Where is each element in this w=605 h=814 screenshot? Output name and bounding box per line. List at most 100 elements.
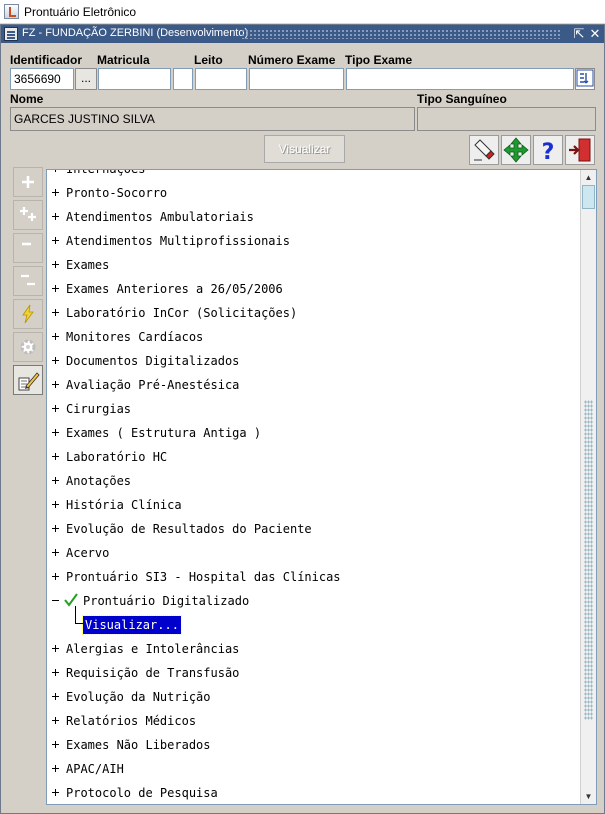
identificador-label: Identificador bbox=[10, 53, 83, 67]
tree-item-label: Pronto-Socorro bbox=[66, 186, 168, 200]
tree-item-label: Laboratório HC bbox=[66, 450, 168, 464]
expand-node-icon[interactable] bbox=[51, 428, 60, 437]
expand-node-icon[interactable] bbox=[51, 236, 60, 245]
numero-exame-field[interactable] bbox=[249, 68, 344, 90]
prontuario-tree[interactable]: Internações Pronto-Socorro Atendimentos Am… bbox=[46, 169, 597, 805]
tree-item-label: Alergias e Intolerâncias bbox=[66, 642, 240, 656]
expand-node-icon[interactable] bbox=[51, 404, 60, 413]
title-bar-grip bbox=[241, 29, 562, 39]
collapse-all-button[interactable] bbox=[13, 266, 43, 296]
expand-node-icon[interactable] bbox=[51, 524, 60, 533]
tree-item-label: Laboratório InCor (Solicitações) bbox=[66, 306, 298, 320]
tree-item-label: Exames ( Estrutura Antiga ) bbox=[66, 426, 262, 440]
expand-node-icon[interactable] bbox=[51, 332, 60, 341]
expand-button[interactable] bbox=[13, 167, 43, 197]
tipo-exame-list-button[interactable] bbox=[575, 68, 595, 90]
expand-all-button[interactable] bbox=[13, 200, 43, 230]
expand-node-icon[interactable] bbox=[51, 500, 60, 509]
tree-item-label: Cirurgias bbox=[66, 402, 132, 416]
expand-node-icon[interactable] bbox=[51, 716, 60, 725]
tree-item-label: História Clínica bbox=[66, 498, 182, 512]
expand-node-icon[interactable] bbox=[51, 212, 60, 221]
expand-node-icon[interactable] bbox=[51, 284, 60, 293]
expand-icon bbox=[22, 176, 34, 188]
expand-node-icon[interactable] bbox=[51, 668, 60, 677]
exit-icon bbox=[569, 138, 591, 162]
scroll-down-icon[interactable]: ▼ bbox=[581, 789, 596, 804]
tree-item-label: Evolução de Resultados do Paciente bbox=[66, 522, 312, 536]
tree-item-label: Atendimentos Multiprofissionais bbox=[66, 234, 290, 248]
lightning-icon bbox=[22, 304, 34, 324]
expand-node-icon[interactable] bbox=[51, 692, 60, 701]
expand-node-icon[interactable] bbox=[51, 356, 60, 365]
expand-node-icon[interactable] bbox=[51, 170, 60, 173]
tree-item-label: Evolução da Nutrição bbox=[66, 690, 211, 704]
nome-field: GARCES JUSTINO SILVA bbox=[10, 107, 415, 131]
leito-field[interactable] bbox=[195, 68, 247, 90]
tree-item-label: Exames Anteriores a 26/05/2006 bbox=[66, 282, 283, 296]
help-button[interactable]: ? bbox=[533, 135, 563, 165]
tree-item-label: Prontuário SI3 - Hospital das Clínicas bbox=[66, 570, 341, 584]
eraser-button[interactable] bbox=[469, 135, 499, 165]
edit-button[interactable] bbox=[13, 365, 43, 395]
leito-label: Leito bbox=[194, 53, 223, 67]
move-button[interactable] bbox=[501, 135, 531, 165]
collapse-button[interactable] bbox=[13, 233, 43, 263]
expand-node-icon[interactable] bbox=[51, 644, 60, 653]
matricula-field[interactable] bbox=[98, 68, 171, 90]
tipo-sanguineo-field bbox=[417, 107, 596, 131]
expand-node-icon[interactable] bbox=[51, 380, 60, 389]
matricula-digit-field[interactable] bbox=[173, 68, 193, 90]
tipo-exame-field[interactable] bbox=[346, 68, 574, 90]
tree-item-label: Prontuário Digitalizado bbox=[83, 594, 250, 608]
expand-node-icon[interactable] bbox=[51, 740, 60, 749]
collapse-icon bbox=[22, 242, 31, 246]
app-title: Prontuário Eletrônico bbox=[24, 5, 137, 19]
form-icon bbox=[4, 27, 18, 41]
tree-item-label: Protocolo de Pesquisa bbox=[66, 786, 218, 800]
gear-button[interactable] bbox=[13, 332, 43, 362]
restore-icon[interactable]: ⇱ bbox=[572, 27, 586, 41]
tree-item-label: Atendimentos Ambulatoriais bbox=[66, 210, 254, 224]
tree-item-label: Relatórios Médicos bbox=[66, 714, 197, 728]
expand-node-icon[interactable] bbox=[51, 572, 60, 581]
java-app-icon bbox=[4, 4, 19, 19]
tree-item-label: Internações bbox=[66, 169, 146, 176]
identificador-field[interactable]: 3656690 bbox=[10, 68, 74, 90]
form-window: FZ - FUNDAÇÃO ZERBINI (Desenvolvimento) … bbox=[0, 24, 605, 814]
expand-node-icon[interactable] bbox=[51, 548, 60, 557]
tree-item-label: Exames Não Liberados bbox=[66, 738, 211, 752]
identificador-lookup-button[interactable]: ... bbox=[75, 68, 97, 90]
matricula-label: Matricula bbox=[97, 53, 150, 67]
expand-all-icon bbox=[20, 207, 36, 221]
gear-icon bbox=[20, 339, 36, 355]
close-icon[interactable]: ✕ bbox=[588, 27, 602, 41]
tipo-sanguineo-label: Tipo Sanguíneo bbox=[417, 92, 507, 106]
tree-item-label: Avaliação Pré-Anestésica bbox=[66, 378, 240, 392]
tree-item-label: Visualizar... bbox=[82, 615, 182, 635]
scroll-up-icon[interactable]: ▲ bbox=[581, 170, 596, 185]
tree-item-label: Exames bbox=[66, 258, 110, 272]
tree-item-label: Acervo bbox=[66, 546, 110, 560]
eraser-icon bbox=[474, 139, 495, 161]
expand-node-icon[interactable] bbox=[51, 260, 60, 269]
nome-label: Nome bbox=[10, 92, 44, 106]
help-icon: ? bbox=[542, 140, 555, 165]
expand-node-icon[interactable] bbox=[51, 188, 60, 197]
move-arrows-icon bbox=[503, 137, 529, 163]
exit-button[interactable] bbox=[565, 135, 595, 165]
expand-node-icon[interactable] bbox=[51, 788, 60, 797]
app-title-bar: Prontuário Eletrônico bbox=[0, 0, 605, 24]
tree-vertical-scrollbar[interactable]: ▲ ▼ bbox=[580, 170, 596, 804]
scroll-track-grip bbox=[584, 400, 593, 720]
expand-node-icon[interactable] bbox=[51, 452, 60, 461]
form-title-bar[interactable]: FZ - FUNDAÇÃO ZERBINI (Desenvolvimento) … bbox=[1, 25, 604, 43]
collapse-node-icon[interactable] bbox=[51, 596, 60, 605]
expand-node-icon[interactable] bbox=[51, 308, 60, 317]
expand-node-icon[interactable] bbox=[51, 476, 60, 485]
expand-node-icon[interactable] bbox=[51, 764, 60, 773]
visualizar-button[interactable]: Visualizar bbox=[264, 135, 345, 163]
lightning-button[interactable] bbox=[13, 299, 43, 329]
numero-exame-label: Número Exame bbox=[248, 53, 336, 67]
scroll-thumb[interactable] bbox=[582, 185, 595, 209]
